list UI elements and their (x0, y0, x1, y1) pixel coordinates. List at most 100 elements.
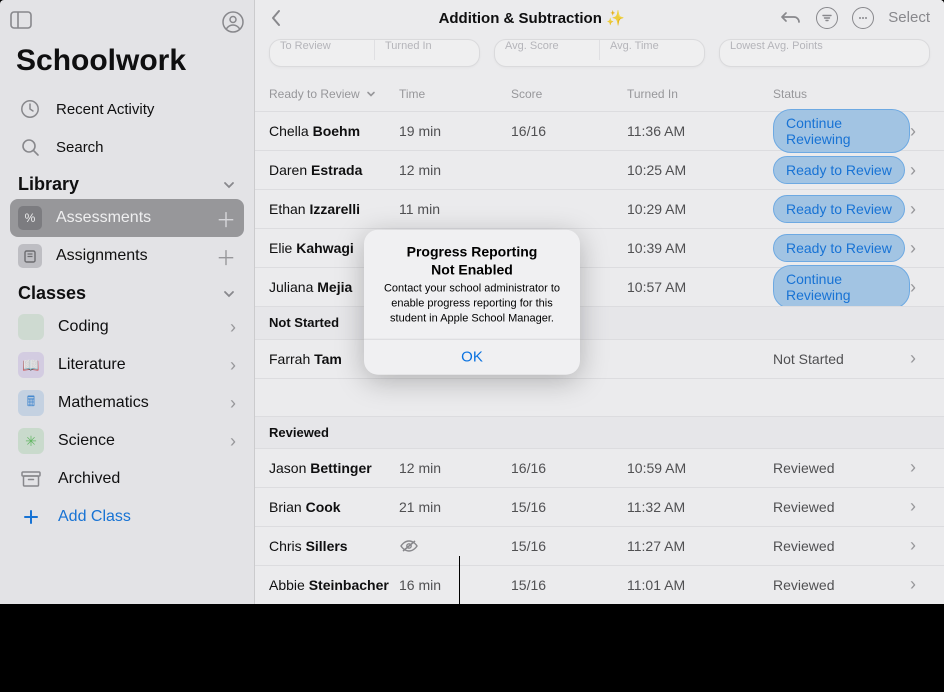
turned-in-value: 10:29 AM (627, 201, 773, 217)
filter-button[interactable] (816, 7, 838, 29)
summary-card-lowest: Lowest Avg. Points (719, 39, 930, 67)
student-row[interactable]: Elie Kahwagi10:39 AMReady to Review› (255, 228, 944, 267)
status-pill[interactable]: Ready to Review (773, 156, 905, 184)
student-row[interactable]: Brian Cook21 min15/1611:32 AMReviewed› (255, 487, 944, 526)
status-pill[interactable]: Continue Reviewing (773, 265, 910, 309)
score-value: 15/16 (511, 499, 627, 515)
alert-dialog: Progress ReportingNot Enabled Contact yo… (364, 230, 580, 375)
sidebar-item-class[interactable]: 🖩 Mathematics › (10, 384, 244, 422)
student-row[interactable]: Abbie Steinbacher16 min15/1611:01 AMRevi… (255, 565, 944, 604)
summary-card-progress: To Review Turned In (269, 39, 480, 67)
status-pill[interactable]: Ready to Review (773, 234, 905, 262)
column-turned-in[interactable]: Turned In (627, 87, 773, 101)
chevron-right-icon: › (910, 496, 930, 517)
summary-card-averages: Avg. Score Avg. Time (494, 39, 705, 67)
label: Assessments (56, 209, 151, 227)
sidebar-item-recent[interactable]: Recent Activity (10, 90, 244, 128)
chevron-right-icon: › (910, 160, 930, 181)
callout-line (459, 556, 460, 666)
chevron-right-icon: › (230, 393, 236, 414)
label: Turned In (375, 40, 479, 52)
student-row[interactable]: Daren Estrada12 min10:25 AMReady to Revi… (255, 150, 944, 189)
turned-in-value: 10:59 AM (627, 460, 773, 476)
dialog-ok-button[interactable]: OK (364, 338, 580, 374)
label: Assignments (56, 247, 148, 265)
column-score[interactable]: Score (511, 87, 627, 101)
time-value: 19 min (399, 123, 511, 139)
chevron-right-icon: › (230, 355, 236, 376)
status-pill[interactable]: Continue Reviewing (773, 109, 910, 153)
label: Classes (18, 283, 86, 304)
label: Literature (58, 356, 126, 374)
chevron-right-icon: › (230, 431, 236, 452)
library-item-assessments[interactable]: % Assessments ＋ (10, 199, 244, 237)
label: Recent Activity (56, 101, 154, 118)
time-value: 12 min (399, 162, 511, 178)
status-text: Not Started (773, 351, 910, 367)
section-library[interactable]: Library (10, 166, 244, 199)
back-button[interactable] (269, 8, 283, 28)
turned-in-value: 10:57 AM (627, 279, 773, 295)
time-value: 21 min (399, 499, 511, 515)
turned-in-value: 10:25 AM (627, 162, 773, 178)
label: Mathematics (58, 394, 149, 412)
student-row[interactable]: Juliana Mejia10:57 AMContinue Reviewing› (255, 267, 944, 306)
time-value: 16 min (399, 577, 511, 593)
section-not-started: Not Started (255, 306, 944, 338)
sidebar-item-class[interactable]: ✳ Science › (10, 422, 244, 460)
student-row[interactable]: Chella Boehm19 min16/1611:36 AMContinue … (255, 111, 944, 150)
sidebar-item-archived[interactable]: Archived (10, 460, 244, 498)
column-ready[interactable]: Ready to Review (269, 87, 399, 101)
summary-cards: To Review Turned In Avg. Score Avg. Time… (255, 35, 944, 81)
sidebar-item-class[interactable]: Coding › (10, 308, 244, 346)
status-pill[interactable]: Ready to Review (773, 195, 905, 223)
label: Coding (58, 318, 109, 336)
chevron-right-icon: › (910, 457, 930, 478)
class-icon: 🖩 (18, 390, 44, 416)
add-icon[interactable]: ＋ (216, 204, 236, 233)
turned-in-value: 11:36 AM (627, 123, 773, 139)
chevron-right-icon: › (230, 317, 236, 338)
chevron-down-icon (366, 89, 376, 99)
student-row[interactable]: Farrah TamNot Started› (255, 339, 944, 378)
page-title: Addition & Subtraction ✨ (297, 9, 766, 27)
add-icon[interactable]: ＋ (216, 242, 236, 271)
status-text: Reviewed (773, 577, 910, 593)
table-header: Ready to Review Time Score Turned In Sta… (255, 81, 944, 111)
section-reviewed: Reviewed (255, 416, 944, 448)
sidebar-item-add-class[interactable]: Add Class (10, 498, 244, 536)
student-row[interactable]: Chris Sillers15/1611:27 AMReviewed› (255, 526, 944, 565)
status-text: Reviewed (773, 499, 910, 515)
turned-in-value: 11:27 AM (627, 538, 773, 554)
student-row[interactable]: Jason Bettinger12 min16/1610:59 AMReview… (255, 448, 944, 487)
chevron-down-icon (222, 287, 236, 301)
label: Ready to Review (269, 87, 360, 101)
label: Archived (58, 470, 120, 488)
column-status[interactable]: Status (773, 87, 910, 101)
class-icon: ✳ (18, 428, 44, 454)
label: Add Class (58, 508, 131, 526)
account-icon[interactable] (222, 11, 244, 33)
score-value: 15/16 (511, 577, 627, 593)
turned-in-value: 11:32 AM (627, 499, 773, 515)
sidebar-item-class[interactable]: 📖 Literature › (10, 346, 244, 384)
more-button[interactable] (852, 7, 874, 29)
select-button[interactable]: Select (888, 9, 930, 26)
dialog-message: Contact your school administrator to ena… (378, 282, 566, 327)
student-row[interactable]: Ethan Izzarelli11 min10:29 AMReady to Re… (255, 189, 944, 228)
class-icon: 📖 (18, 352, 44, 378)
label: Science (58, 432, 115, 450)
label: Search (56, 139, 104, 156)
column-time[interactable]: Time (399, 87, 511, 101)
time-value: 12 min (399, 460, 511, 476)
section-classes[interactable]: Classes (10, 275, 244, 308)
toolbar: Addition & Subtraction ✨ Select (255, 0, 944, 35)
sidebar-toggle-icon[interactable] (10, 11, 32, 33)
score-value: 15/16 (511, 538, 627, 554)
score-value: 16/16 (511, 123, 627, 139)
library-item-assignments[interactable]: Assignments ＋ (10, 237, 244, 275)
undo-button[interactable] (780, 9, 802, 27)
score-value: 16/16 (511, 460, 627, 476)
sidebar-item-search[interactable]: Search (10, 128, 244, 166)
assignments-icon (18, 244, 42, 268)
